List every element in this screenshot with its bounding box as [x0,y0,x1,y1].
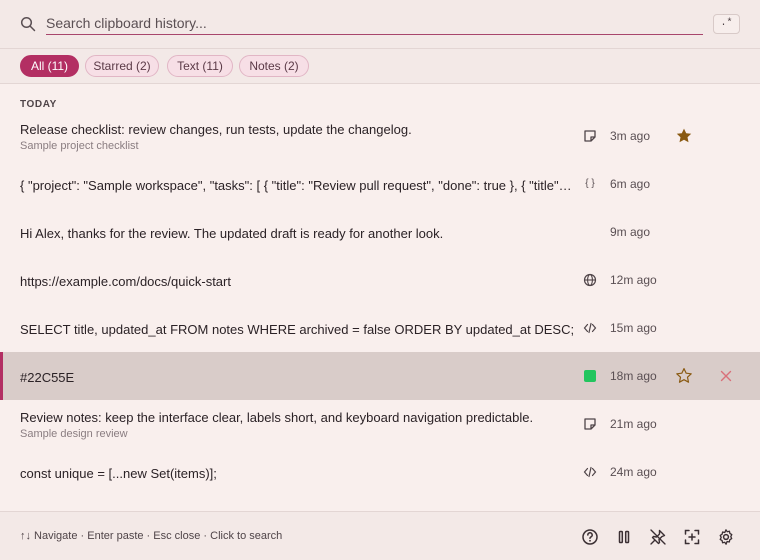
color-swatch [584,370,596,382]
json-icon: { } [585,178,595,189]
code-icon [582,320,598,336]
note-icon [582,416,598,432]
pause-button[interactable] [614,527,634,547]
clipboard-item[interactable]: { "project": "Sample workspace", "tasks"… [0,160,760,208]
item-time: 9m ago [610,225,651,239]
section-label-today: TODAY [20,99,57,110]
clipboard-item[interactable]: Review notes: keep the interface clear, … [0,400,760,448]
item-time: 12m ago [610,273,657,287]
item-subtitle: Sample design review [20,428,128,440]
keyboard-hint: ↑↓ Navigate · Enter paste · Esc close · … [20,530,283,542]
item-time: 15m ago [610,321,657,335]
search-bar: .* [0,0,760,49]
item-title: Review notes: keep the interface clear, … [20,410,534,425]
clipboard-item[interactable]: Hi Alex, thanks for the review. The upda… [0,208,760,256]
clipboard-item[interactable]: Release checklist: review changes, run t… [0,112,760,160]
help-button[interactable] [580,527,600,547]
item-time: 6m ago [610,177,651,191]
settings-button[interactable] [716,527,736,547]
delete-icon[interactable] [718,368,734,384]
item-subtitle: Sample project checklist [20,140,139,152]
pin-off-icon [650,529,666,545]
capture-button[interactable] [682,527,702,547]
item-title: SELECT title, updated_at FROM notes WHER… [20,322,575,337]
clipboard-item[interactable]: https://example.com/docs/quick-start 12m… [0,256,760,304]
item-time: 18m ago [610,369,657,383]
regex-toggle-button[interactable]: .* [713,14,740,34]
filter-all-tab[interactable]: All (11) [20,55,79,77]
pin-off-button[interactable] [648,527,668,547]
star-outline-icon[interactable] [675,367,693,385]
item-title: { "project": "Sample workspace", "tasks"… [20,178,575,193]
pause-icon [618,530,630,544]
item-time: 24m ago [610,465,657,479]
item-time: 3m ago [610,129,651,143]
clipboard-item[interactable]: SELECT title, updated_at FROM notes WHER… [0,304,760,352]
item-title: https://example.com/docs/quick-start [20,274,231,289]
clipboard-item[interactable]: const unique = [...new Set(items)]; 24m … [0,448,760,496]
search-icon [20,16,36,32]
code-icon [582,464,598,480]
clipboard-item-selected[interactable]: #22C55E 18m ago [0,352,760,400]
item-title: Release checklist: review changes, run t… [20,122,412,137]
filter-tabs: All (11) Starred (2) Text (11) Notes (2) [0,49,760,84]
globe-icon [582,272,598,288]
item-title: const unique = [...new Set(items)]; [20,466,217,481]
filter-notes-tab[interactable]: Notes (2) [239,55,309,77]
search-input[interactable] [46,13,703,35]
item-time: 21m ago [610,417,657,431]
item-title: Hi Alex, thanks for the review. The upda… [20,226,444,241]
filter-starred-tab[interactable]: Starred (2) [85,55,159,77]
footer-bar: ↑↓ Navigate · Enter paste · Esc close · … [0,511,760,560]
note-icon [582,128,598,144]
item-title: #22C55E [20,370,75,385]
help-icon [582,529,598,545]
settings-icon [719,529,733,545]
filter-text-tab[interactable]: Text (11) [167,55,233,77]
star-filled-icon[interactable] [675,127,693,145]
capture-icon [684,529,700,545]
